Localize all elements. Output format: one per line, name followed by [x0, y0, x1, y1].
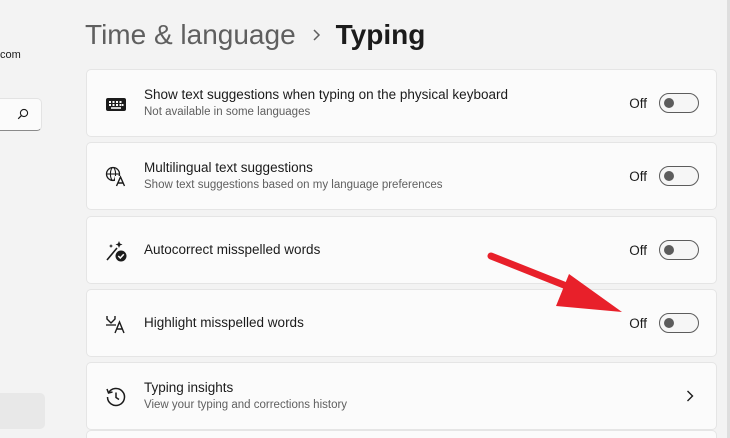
breadcrumb-parent[interactable]: Time & language [85, 19, 296, 51]
account-email-fragment: com [0, 49, 21, 61]
keyboard-icon [106, 98, 126, 111]
setting-title: Multilingual text suggestions [144, 160, 313, 175]
chevron-right-icon [313, 29, 320, 41]
toggle-knob [664, 245, 674, 255]
toggle-state-label: Off [629, 315, 647, 331]
search-icon[interactable] [17, 108, 29, 120]
setting-highlight-misspelled: Highlight misspelled words Off [86, 289, 717, 357]
text-suggestions-toggle[interactable] [659, 93, 699, 113]
setting-multilingual-suggestions: Multilingual text suggestions Show text … [86, 142, 717, 210]
settings-window: com Time & language Typing Show text sug… [0, 0, 730, 438]
sidebar-item-selected[interactable] [0, 393, 45, 429]
translate-icon [105, 166, 126, 187]
setting-subtitle: Show text suggestions based on my langua… [144, 179, 443, 191]
highlight-spelling-icon [106, 316, 125, 334]
page-title: Typing [335, 19, 426, 50]
toggle-knob [664, 171, 674, 181]
setting-subtitle: Not available in some languages [144, 106, 311, 118]
search-box[interactable] [0, 98, 42, 131]
setting-title: Show text suggestions when typing on the… [144, 87, 508, 102]
setting-subtitle: View your typing and corrections history [144, 399, 348, 411]
toggle-state-label: Off [629, 168, 647, 184]
setting-card-next[interactable] [86, 430, 717, 438]
highlight-misspelled-toggle[interactable] [659, 313, 699, 333]
sidebar: com [0, 0, 58, 438]
setting-autocorrect: Autocorrect misspelled words Off [86, 216, 717, 284]
autocorrect-icon [106, 241, 127, 262]
setting-title: Highlight misspelled words [144, 315, 304, 330]
toggle-knob [664, 318, 674, 328]
toggle-knob [664, 98, 674, 108]
setting-typing-insights[interactable]: Typing insights View your typing and cor… [86, 362, 717, 430]
chevron-right-icon[interactable] [686, 390, 694, 403]
multilingual-suggestions-toggle[interactable] [659, 166, 699, 186]
setting-title: Typing insights [144, 380, 234, 395]
setting-title: Autocorrect misspelled words [144, 242, 321, 257]
history-icon [106, 387, 126, 407]
setting-text-suggestions-physical-keyboard: Show text suggestions when typing on the… [86, 69, 717, 137]
toggle-state-label: Off [629, 95, 647, 111]
autocorrect-toggle[interactable] [659, 240, 699, 260]
breadcrumb: Time & language Typing [85, 15, 425, 55]
toggle-state-label: Off [629, 242, 647, 258]
